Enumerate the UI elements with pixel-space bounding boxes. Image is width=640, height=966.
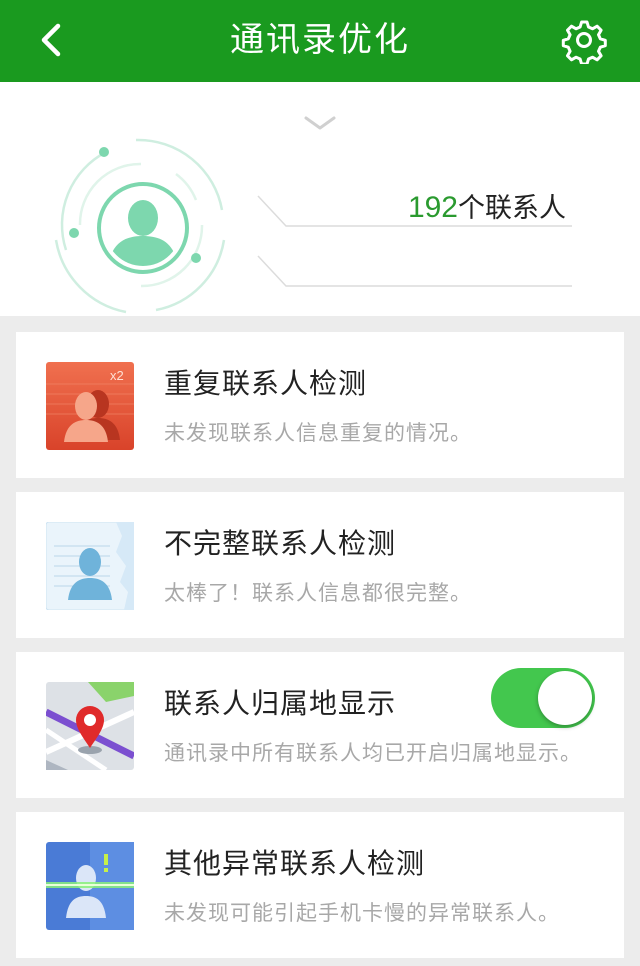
contacts-radar-icon bbox=[54, 138, 226, 314]
location-display-desc: 通讯录中所有联系人均已开启归属地显示。 bbox=[164, 741, 582, 765]
duplicate-contacts-title: 重复联系人检测 bbox=[164, 367, 368, 400]
duplicate-badge: x2 bbox=[110, 368, 124, 383]
abnormal-contacts-card[interactable]: 其他异常联系人检测 未发现可能引起手机卡慢的异常联系人。 bbox=[16, 812, 624, 958]
duplicate-contacts-icon: x2 bbox=[46, 362, 134, 450]
incomplete-contacts-desc: 太棒了！联系人信息都很完整。 bbox=[164, 581, 472, 605]
contact-count-number: 192 bbox=[407, 191, 458, 224]
location-display-toggle[interactable] bbox=[491, 668, 595, 728]
contact-count: 192个联系人 bbox=[260, 182, 572, 226]
scan-contact-icon bbox=[46, 842, 134, 930]
incomplete-contact-icon bbox=[46, 522, 134, 610]
page-title: 通讯录优化 bbox=[230, 20, 410, 60]
location-display-card: 联系人归属地显示 通讯录中所有联系人均已开启归属地显示。 bbox=[16, 652, 624, 798]
incomplete-contacts-card[interactable]: 不完整联系人检测 太棒了！联系人信息都很完整。 bbox=[16, 492, 624, 638]
chevron-down-icon[interactable] bbox=[300, 112, 340, 134]
abnormal-contacts-title: 其他异常联系人检测 bbox=[164, 847, 426, 880]
duplicate-contacts-desc: 未发现联系人信息重复的情况。 bbox=[164, 421, 472, 445]
gear-icon[interactable] bbox=[560, 16, 608, 64]
map-pin-icon bbox=[46, 682, 134, 770]
toggle-knob bbox=[538, 671, 592, 725]
incomplete-contacts-title: 不完整联系人检测 bbox=[164, 527, 397, 560]
contacts-summary-panel: 192个联系人 bbox=[0, 82, 640, 316]
contact-count-label: 个联系人 bbox=[458, 193, 566, 224]
abnormal-contacts-desc: 未发现可能引起手机卡慢的异常联系人。 bbox=[164, 901, 560, 925]
location-display-title: 联系人归属地显示 bbox=[164, 687, 397, 720]
top-bar: 通讯录优化 bbox=[0, 0, 640, 82]
duplicate-contacts-card[interactable]: x2 重复联系人检测 未发现联系人信息重复的情况。 bbox=[16, 332, 624, 478]
